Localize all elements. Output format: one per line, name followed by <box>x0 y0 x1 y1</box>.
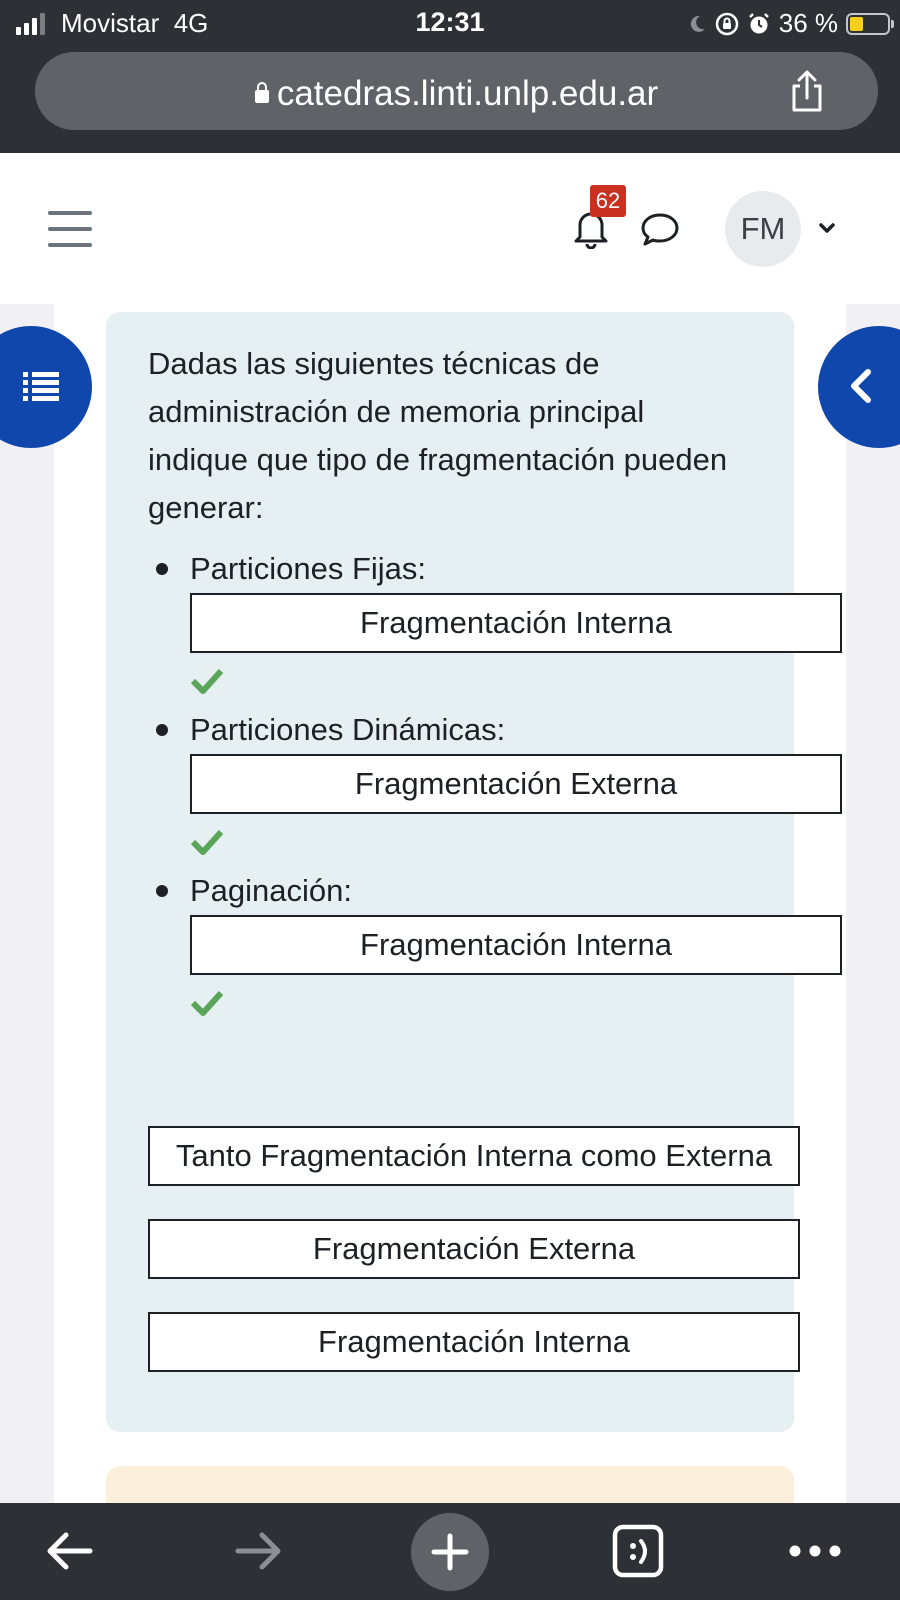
answer-dropzone[interactable]: Fragmentación Interna <box>190 915 842 975</box>
question-text: Dadas las siguientes técnicas de adminis… <box>148 346 728 525</box>
menu-icon[interactable] <box>48 211 92 247</box>
bullet <box>156 885 168 897</box>
browser-toolbar: catedras.linti.unlp.edu.ar <box>0 46 900 153</box>
chevron-left-icon <box>851 369 871 403</box>
moon-icon <box>690 15 705 32</box>
plus-icon <box>431 1533 469 1571</box>
messages-icon[interactable] <box>640 211 680 247</box>
battery-icon <box>846 12 894 35</box>
url-text: catedras.linti.unlp.edu.ar <box>276 74 659 113</box>
drag-option[interactable]: Tanto Fragmentación Interna como Externa <box>148 1126 800 1186</box>
item-label: Particiones Dinámicas: <box>190 712 506 747</box>
share-icon[interactable] <box>788 70 826 114</box>
lock-icon <box>254 82 269 103</box>
list-icon <box>23 372 59 401</box>
status-bar: Movistar 4G 12:31 36 % <box>0 0 900 46</box>
item-label: Paginación: <box>190 873 353 908</box>
drag-option[interactable]: Fragmentación Externa <box>148 1219 800 1279</box>
browser-bottom-toolbar <box>0 1503 900 1600</box>
orientation-lock-icon <box>715 12 738 35</box>
site-header: 62 FM <box>0 153 900 304</box>
bullet <box>156 724 168 736</box>
new-tab-button[interactable] <box>411 1513 489 1591</box>
answer-dropzone[interactable]: Fragmentación Interna <box>190 593 842 653</box>
answer-dropzone[interactable]: Fragmentación Externa <box>190 754 842 814</box>
item-label: Particiones Fijas: <box>190 551 427 586</box>
alarm-icon <box>748 12 769 33</box>
notification-badge: 62 <box>590 185 626 217</box>
user-avatar[interactable]: FM <box>725 191 801 267</box>
checkmark-icon <box>190 829 224 855</box>
tabs-icon[interactable] <box>609 1523 669 1579</box>
question-card: Dadas las siguientes técnicas de adminis… <box>106 312 842 1432</box>
bullet <box>156 563 168 575</box>
checkmark-icon <box>190 990 224 1016</box>
checkmark-icon <box>190 668 224 694</box>
battery-percent: 36 % <box>778 8 838 38</box>
more-menu-icon[interactable] <box>785 1523 845 1579</box>
address-bar[interactable]: catedras.linti.unlp.edu.ar <box>35 52 878 130</box>
forward-arrow-icon[interactable] <box>228 1523 288 1579</box>
back-arrow-icon[interactable] <box>40 1523 100 1579</box>
drag-option[interactable]: Fragmentación Interna <box>148 1312 800 1372</box>
chevron-down-icon[interactable] <box>818 219 836 237</box>
